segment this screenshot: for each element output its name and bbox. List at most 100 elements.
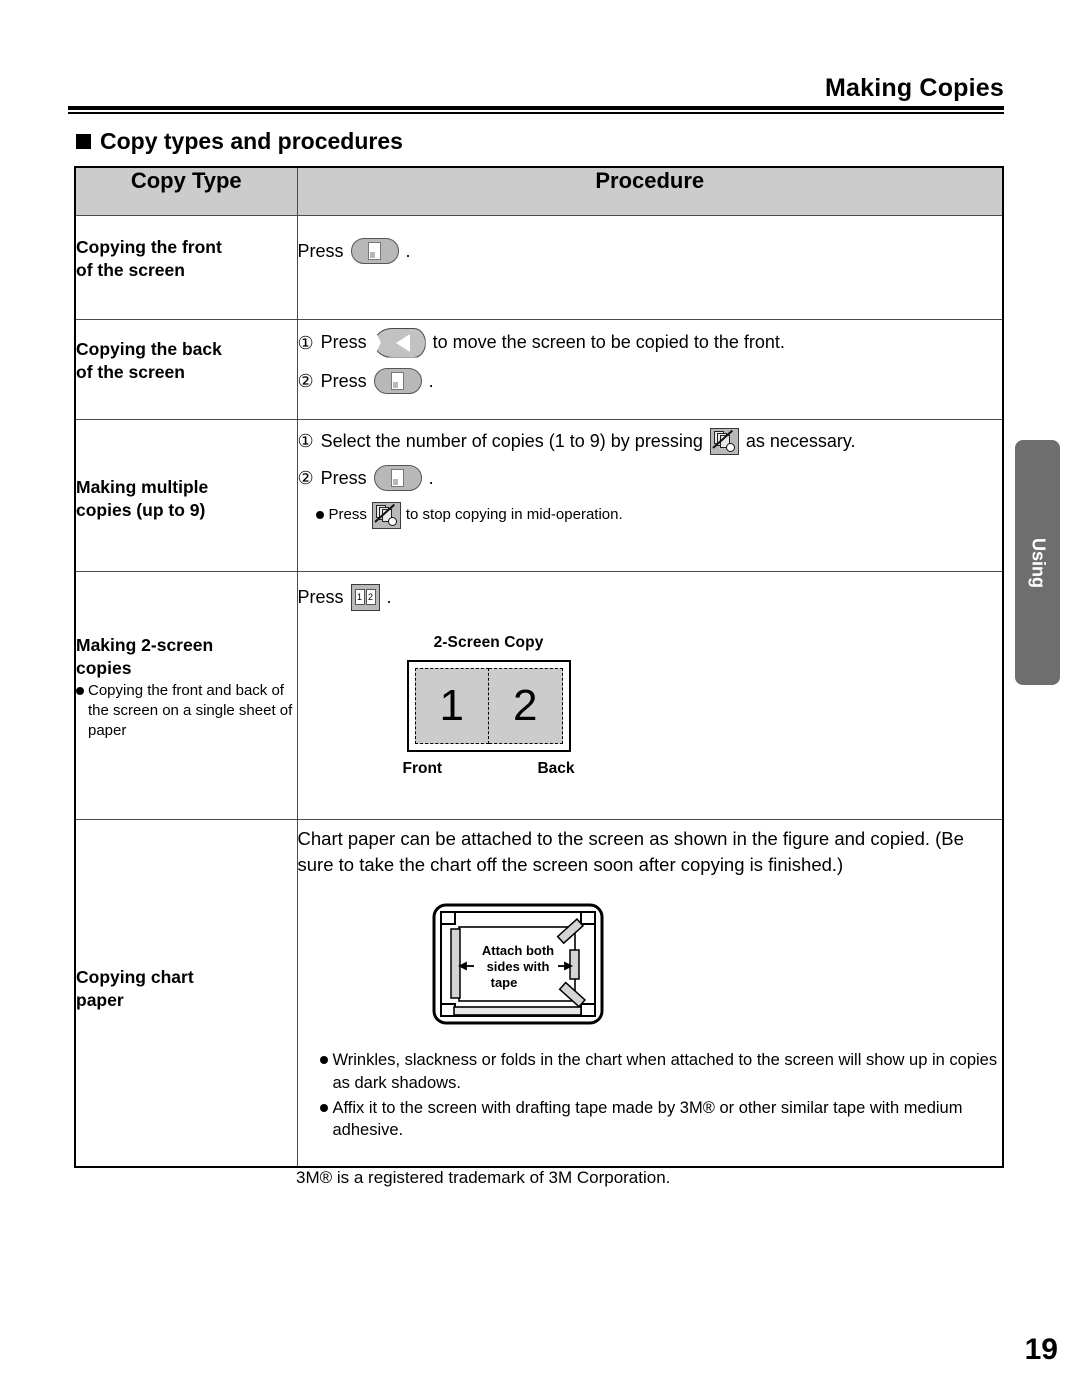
figure-labels: Front Back [403,757,575,780]
circle-glyph-icon [726,443,736,452]
figure-panel-front: 1 [414,667,489,744]
row-type-line1: Copying the back [76,338,222,359]
row-procedure-copying-front: Press . [296,214,1004,320]
panel-1-glyph: 1 [354,589,365,605]
step-text-pre: Press [320,332,367,352]
row-type-line2: copies (up to 9) [76,499,206,520]
column-header-copy-type: Copy Type [74,166,298,216]
figure-box: 1 2 [406,659,571,752]
step-number: ① [297,431,314,451]
procedure-step: Press . [298,238,1003,265]
step-number: ② [297,468,314,488]
row-type-copying-front: Copying the front of the screen [74,214,298,320]
triangle-left-glyph-icon [395,333,410,352]
page-glyph-icon [391,469,405,487]
chart-paragraph: Chart paper can be attached to the scree… [297,827,964,876]
page-stack-glyph-icon [374,503,398,526]
procedure-step: Press 1 2 . [297,583,1003,611]
step-number: ② [297,371,314,391]
section-heading-label: Copy types and procedures [100,128,403,154]
procedure-step: ① Press to move the screen to be copied … [297,327,1003,358]
row-type-making-2screen: Making 2-screen copies Copying the front… [74,570,298,820]
page-header: Making Copies [68,76,1004,114]
table-row: Making 2-screen copies Copying the front… [74,570,1004,820]
copy-button-icon[interactable] [350,238,399,264]
svg-text:Attach both: Attach both [481,943,553,958]
svg-text:sides with: sides with [486,959,549,974]
table-header-row: Copy Type Procedure [74,166,1004,216]
figure-label-back: Back [537,759,575,777]
dot-bullet-icon [76,687,84,696]
row-procedure-making-2screen: Press 1 2 . 2-Screen Copy 1 2 Front Back [296,570,1004,820]
page-stack-glyph-icon [712,429,736,452]
step-text-post: . [386,586,392,607]
note-text: Wrinkles, slackness or folds in the char… [332,1051,998,1092]
circle-glyph-icon [388,517,398,526]
step-text-post: as necessary. [745,430,856,451]
row-type-line1: Copying chart [76,966,194,987]
page-glyph-icon [391,372,405,390]
table-row: Copying chart paper Chart paper can be a… [74,818,1004,1168]
chart-notes: Wrinkles, slackness or folds in the char… [319,1049,1003,1143]
copy-types-table: Copy Type Procedure Copying the front of… [74,166,1004,1168]
two-panel-glyph-icon: 1 2 [354,589,376,605]
row-type-line2: paper [76,989,124,1010]
dot-bullet-icon [319,1056,328,1065]
header-rule-thin [68,112,1004,114]
row-type-line1: Copying the front [76,236,222,257]
section-heading: Copy types and procedures [76,128,403,155]
row-type-line1: Making multiple [76,476,209,497]
row-type-line2: of the screen [76,259,185,280]
row-type-copying-chart: Copying chart paper [74,818,298,1168]
square-bullet-icon [76,134,91,149]
page-glyph-icon [368,242,382,260]
note-item: Wrinkles, slackness or folds in the char… [319,1049,1003,1095]
step-text-pre: Press [320,467,367,488]
note-text: Affix it to the screen with drafting tap… [332,1098,963,1140]
procedure-step: ② Press . [298,368,1003,395]
trademark-note: 3M® is a registered trademark of 3M Corp… [296,1168,671,1187]
screen-move-arrow-button-icon[interactable] [373,327,426,358]
procedure-note: Press to stop copying in mid-operation. [315,501,1003,529]
procedure-step: ① Select the number of copies (1 to 9) b… [297,427,1003,455]
copy-button-icon[interactable] [373,368,422,394]
dot-bullet-icon [319,1103,328,1112]
row-procedure-copying-chart: Chart paper can be attached to the scree… [296,818,1004,1168]
row-type-note: Copying the front and back of the screen… [88,682,293,739]
step-text-post: . [428,467,434,488]
step-text-post: to move the screen to be copied to the f… [432,332,785,352]
copies-stop-button-icon[interactable] [709,427,739,455]
step-text-pre: Press [297,586,344,607]
row-type-line2: copies [76,657,132,678]
page-number: 19 [1024,1333,1058,1366]
row-type-line1: Making 2-screen [76,634,214,655]
row-type-line2: of the screen [76,361,185,382]
note-item: Affix it to the screen with drafting tap… [319,1097,1003,1143]
table-row: Copying the front of the screen Press . [74,214,1004,320]
two-screen-copy-button-icon[interactable]: 1 2 [350,583,380,611]
svg-text:tape: tape [490,975,517,990]
side-tab-label: Using [1028,537,1048,588]
row-type-making-multiple: Making multiple copies (up to 9) [74,418,298,572]
row-type-copying-back: Copying the back of the screen [74,318,298,420]
step-text-pre: Press [320,370,367,391]
copies-stop-button-icon[interactable] [371,501,401,529]
step-text-post: . [428,370,434,391]
note-text-post: to stop copying in mid-operation. [405,505,623,523]
step-number: ① [297,332,314,353]
page-title: Making Copies [824,74,1004,102]
figure-label-front: Front [402,759,443,777]
column-header-procedure: Procedure [296,166,1004,216]
note-text-pre: Press [328,505,367,523]
step-text-post: . [405,240,411,261]
figure-panel-back: 2 [489,667,563,744]
side-tab-using[interactable]: Using [1015,440,1060,685]
row-procedure-making-multiple: ① Select the number of copies (1 to 9) b… [296,418,1004,572]
whiteboard-svg-icon: Attach both sides with tape [432,903,603,1025]
two-screen-copy-figure: 2-Screen Copy 1 2 Front Back [394,631,584,781]
panel-2-glyph: 2 [365,589,376,605]
whiteboard-figure: Attach both sides with tape [432,903,1003,1033]
copy-button-icon[interactable] [373,465,422,491]
figure-title: 2-Screen Copy [433,633,544,651]
table-row: Copying the back of the screen ① Press t… [74,318,1004,420]
